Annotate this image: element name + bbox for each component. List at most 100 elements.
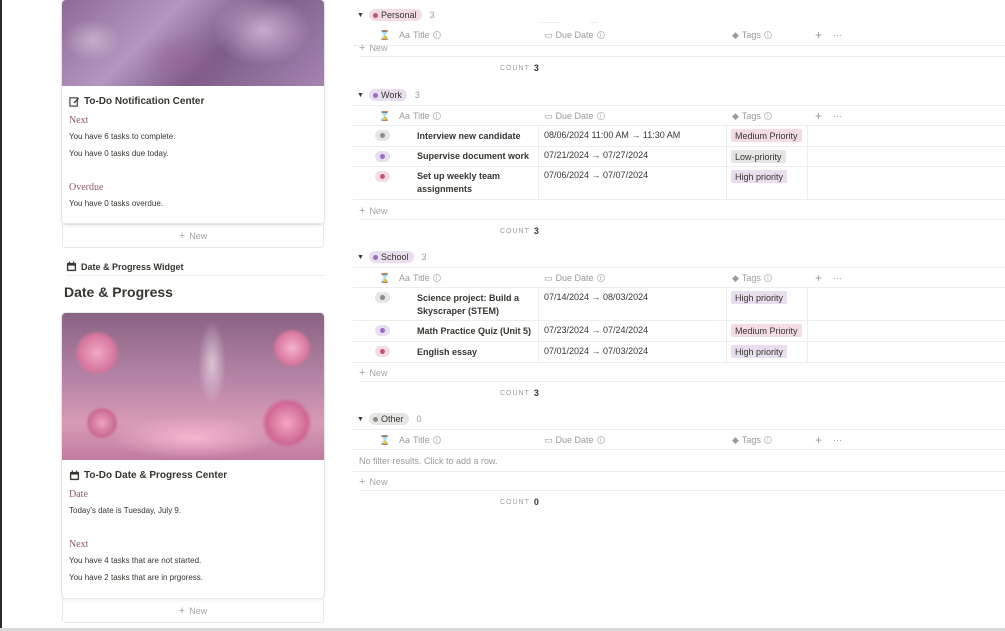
widget-link[interactable]: Date & Progress Widget (66, 258, 324, 276)
group-name: Personal (381, 10, 417, 20)
status-column-icon[interactable]: ⌛ (379, 268, 390, 288)
new-row-button[interactable]: + New (359, 473, 1005, 491)
group-header-other[interactable]: ▼ Other 0 (357, 412, 422, 426)
row-title[interactable]: Set up weekly team assignments (417, 170, 535, 196)
toggle-triangle-icon[interactable]: ▼ (357, 254, 369, 261)
row-title[interactable]: Math Practice Quiz (Unit 5) (417, 325, 535, 338)
status-indicator[interactable] (375, 346, 390, 357)
row-due-date[interactable]: 07/06/2024 → 07/07/2024 (544, 170, 648, 180)
row-due-date[interactable]: 07/21/2024 → 07/27/2024 (544, 150, 648, 160)
group-header-work[interactable]: ▼ Work 3 (357, 88, 420, 102)
due-column-header[interactable]: ▭ Due Date i (544, 106, 605, 126)
status-indicator[interactable] (375, 325, 390, 336)
priority-tag[interactable]: Low-priority (731, 150, 786, 163)
table-row[interactable]: Interview new candidate 08/06/2024 11:00… (353, 126, 1005, 147)
tags-column-header[interactable]: ◆ Tags i (732, 106, 772, 126)
table-row[interactable]: Science project: Build a Skyscraper (STE… (353, 288, 1005, 321)
priority-tag[interactable]: Medium Priority (731, 129, 802, 142)
status-indicator[interactable] (375, 171, 390, 182)
card-cover-image (62, 313, 324, 460)
row-title[interactable]: English essay (417, 346, 535, 359)
row-due-date[interactable]: 07/23/2024 → 07/24/2024 (544, 325, 648, 335)
priority-tag[interactable]: Medium Priority (731, 324, 802, 337)
date-progress-card[interactable]: To-Do Date & Progress Center Date Today'… (62, 313, 324, 598)
new-row-label: New (369, 367, 388, 378)
group-name: School (381, 252, 409, 262)
add-column-button[interactable]: + (815, 268, 822, 288)
status-column-icon[interactable]: ⌛ (379, 106, 390, 126)
toggle-triangle-icon[interactable]: ▼ (357, 416, 369, 423)
column-divider (538, 288, 539, 363)
section-line: Today's date is Tuesday, July 9. (69, 506, 182, 515)
title-column-header[interactable]: Aa Title i (399, 268, 441, 288)
group-pill: Work (369, 89, 407, 101)
new-card-button[interactable]: + New (62, 223, 324, 248)
due-column-header[interactable]: ▭ Due Date i (544, 430, 605, 450)
card-title: To-Do Notification Center (84, 95, 205, 107)
toggle-triangle-icon[interactable]: ▼ (357, 12, 369, 19)
more-options-icon[interactable]: ··· (833, 268, 842, 288)
new-button-label: New (189, 230, 208, 241)
notification-card[interactable]: To-Do Notification Center Next You have … (62, 0, 324, 224)
table-row[interactable]: Set up weekly team assignments 07/06/202… (353, 167, 1005, 200)
section-line: You have 0 tasks overdue. (69, 199, 163, 208)
column-header-row: ⌛ Aa Title i ▭ Due Date i ◆ Tags i + ··· (353, 429, 1005, 450)
tags-column-header[interactable]: ◆ Tags i (732, 268, 772, 288)
due-column-header[interactable]: ▭ Due Date i (544, 268, 605, 288)
count-label: COUNT (500, 389, 530, 397)
status-indicator[interactable] (375, 130, 390, 141)
text-prop-icon: Aa (399, 435, 411, 445)
row-title[interactable]: Interview new candidate (417, 130, 535, 143)
section-line: You have 4 tasks that are not started. (69, 556, 202, 565)
column-divider (807, 288, 808, 363)
priority-tag[interactable]: High priority (731, 170, 788, 183)
row-due-date[interactable]: 07/14/2024 → 08/03/2024 (544, 292, 648, 302)
plus-icon: + (359, 366, 366, 379)
group-header-personal[interactable]: ▼ Personal 3 (357, 8, 435, 22)
page-root: To-Do Notification Center Next You have … (0, 0, 1005, 631)
row-title[interactable]: Supervise document work (417, 150, 535, 163)
row-title[interactable]: Science project: Build a Skyscraper (STE… (417, 292, 535, 318)
table-row[interactable]: Math Practice Quiz (Unit 5) 07/23/2024 →… (353, 321, 1005, 342)
group-header-school[interactable]: ▼ School 3 (357, 250, 427, 264)
section-heading-date: Date (69, 489, 88, 500)
priority-tag[interactable]: High priority (731, 345, 788, 358)
title-column-header[interactable]: Aa Title i (399, 106, 441, 126)
new-row-button[interactable]: + New (359, 202, 1005, 220)
plus-icon: + (359, 475, 366, 488)
no-filter-results[interactable]: No filter results. Click to add a row. (359, 456, 498, 466)
status-indicator[interactable] (375, 151, 390, 162)
group-pill: School (369, 251, 414, 263)
status-indicator[interactable] (375, 292, 390, 303)
info-icon: i (596, 112, 605, 120)
column-header-row: ⌛ Aa Title i ▭ Due Date i ◆ Tags i + ··· (353, 105, 1005, 126)
row-due-date[interactable]: 07/01/2024 → 07/03/2024 (544, 346, 648, 356)
row-due-date[interactable]: 08/06/2024 11:00 AM → 11:30 AM (544, 130, 680, 140)
tags-column-header[interactable]: ◆ Tags i (732, 430, 772, 450)
add-column-button[interactable]: + (815, 106, 822, 126)
status-column-icon[interactable]: ⌛ (379, 430, 390, 450)
new-card-button[interactable]: + New (62, 598, 324, 623)
table-row[interactable]: English essay 07/01/2024 → 07/03/2024 Hi… (353, 342, 1005, 363)
column-divider (807, 126, 808, 200)
text-prop-icon: Aa (399, 273, 411, 283)
more-options-icon[interactable]: ··· (833, 106, 842, 126)
plus-icon: + (359, 41, 366, 54)
info-icon: i (432, 436, 441, 444)
group-count: 3 (429, 10, 435, 20)
new-button-label: New (189, 605, 208, 616)
title-column-header[interactable]: Aa Title i (399, 430, 441, 450)
new-row-button[interactable]: + New (359, 39, 1005, 57)
tags-header-label: Tags (741, 435, 761, 445)
new-row-button[interactable]: + New (359, 364, 1005, 382)
group-pill: Other (369, 413, 409, 425)
more-options-icon[interactable]: ··· (833, 430, 842, 450)
priority-tag[interactable]: High priority (731, 291, 788, 304)
table-row[interactable]: Supervise document work 07/21/2024 → 07/… (353, 147, 1005, 167)
due-header-label: Due Date (555, 435, 594, 445)
add-column-button[interactable]: + (815, 430, 822, 450)
toggle-triangle-icon[interactable]: ▼ (357, 92, 369, 99)
section-heading-next: Next (69, 115, 89, 126)
info-icon: i (596, 274, 605, 282)
column-divider (726, 126, 727, 200)
